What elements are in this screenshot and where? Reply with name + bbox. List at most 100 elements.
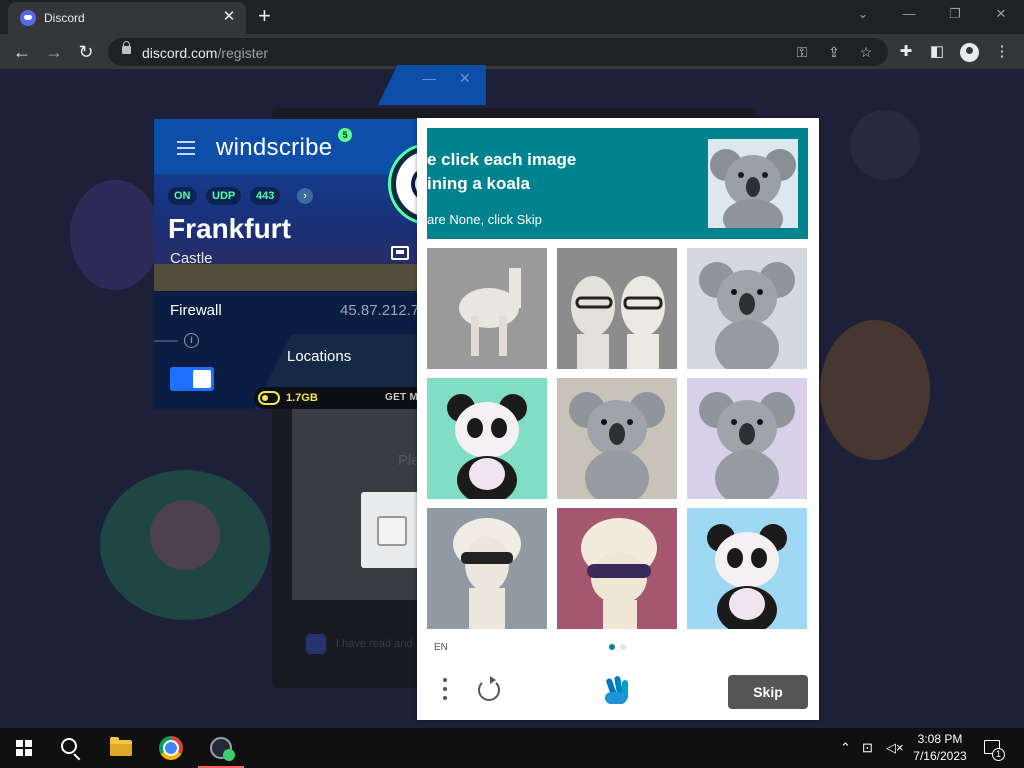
skip-button[interactable]: Skip [728,675,808,709]
panda-image [707,524,787,629]
tab-search-button[interactable]: ⌄ [848,6,878,22]
koala-image [569,392,665,499]
port-badge: 443 [250,187,281,205]
ip-address: 45.87.212.78 [340,302,428,319]
back-icon[interactable]: ← [11,41,33,63]
llama-image [459,268,521,356]
challenge-image-cell[interactable] [427,508,547,629]
address-bar[interactable]: discord.com/register ⚿ ⇪ ☆ [108,38,888,66]
hcaptcha-challenge: e click each image ining a koala are Non… [417,118,819,720]
lock-icon[interactable] [122,41,131,54]
terms-checkbox[interactable] [306,634,326,654]
restore-button[interactable]: ❐ [940,6,970,22]
firewall-toggle[interactable] [170,367,214,391]
challenge-image-cell[interactable] [687,378,807,499]
background-illustration [820,320,930,460]
background-illustration [850,110,920,180]
reload-icon[interactable]: ↻ [75,41,97,63]
windscribe-minimize-button[interactable]: — [422,70,436,86]
prompt-line-1: e click each image [427,150,577,169]
prompt-line-2: ining a koala [427,174,530,193]
forward-icon[interactable]: → [43,41,65,63]
koala-image [699,262,795,369]
volume-muted-icon[interactable]: ◁× [886,740,904,756]
windscribe-close-button[interactable]: ✕ [459,70,471,87]
data-meter-icon [258,391,280,405]
llama-with-glasses-image [453,518,521,629]
hamburger-menu-icon[interactable] [177,141,195,155]
browser-toolbar: ← → ↻ discord.com/register ⚿ ⇪ ☆ ✚ ◧ ⋮ [0,34,1024,70]
discord-favicon-icon [20,10,36,26]
challenge-image-cell[interactable] [687,248,807,369]
challenge-image-cell[interactable] [687,508,807,629]
locations-label[interactable]: Locations [287,348,351,365]
tab-close-icon[interactable]: ✕ [220,9,238,25]
ethernet-icon[interactable] [391,246,409,260]
browser-menu-icon[interactable]: ⋮ [992,42,1012,62]
terms-label: I have read and [336,638,413,650]
hcaptcha-logo-icon[interactable] [601,674,633,706]
star-icon[interactable]: ☆ [856,42,876,62]
sample-koala-image [708,139,798,228]
more-options-icon[interactable] [443,678,447,700]
network-icon[interactable]: ⊡ [862,740,873,756]
sidepanel-icon[interactable]: ◧ [927,42,947,62]
file-explorer-button[interactable] [98,728,144,768]
close-window-button[interactable]: ✕ [986,6,1016,22]
language-selector[interactable]: EN [434,642,448,653]
windscribe-taskbar-button[interactable] [198,728,244,768]
connected-city: Frankfurt [168,213,291,244]
new-tab-button[interactable]: + [258,5,271,27]
page-indicator-active [609,644,615,650]
tab-discord[interactable]: Discord ✕ [8,2,246,34]
koala-image [699,392,795,499]
key-icon[interactable]: ⚿ [792,42,812,62]
llama-with-sunglasses-image [581,518,657,629]
connected-check-icon [223,749,235,761]
challenge-prompt: e click each image ining a koala are Non… [427,128,808,239]
start-icon [16,740,32,756]
firewall-info-icon[interactable]: i [184,333,199,348]
challenge-image-cell[interactable] [557,378,677,499]
file-explorer-icon [110,737,132,756]
extensions-icon[interactable]: ✚ [896,42,916,62]
show-hidden-icons-icon[interactable]: ⌃ [840,740,851,756]
start-button[interactable] [0,728,46,768]
llamas-with-glasses-image [571,276,665,369]
challenge-image-grid [427,248,809,630]
panda-image [447,394,527,499]
minimize-button[interactable]: — [894,6,924,21]
page-indicator [620,644,626,650]
firewall-label: Firewall [170,302,222,319]
protocol-chevron-icon[interactable]: › [297,188,313,204]
chrome-button[interactable] [148,728,194,768]
connected-node: Castle [170,250,213,267]
protocol-badge: UDP [206,187,242,205]
refresh-challenge-icon[interactable] [478,676,500,701]
notification-count: 1 [992,748,1005,761]
search-button[interactable] [48,728,94,768]
challenge-image-cell[interactable] [427,248,547,369]
url-text[interactable]: discord.com/register [142,45,268,61]
challenge-image-cell[interactable] [557,508,677,629]
captcha-checkbox[interactable] [377,516,407,546]
challenge-image-cell[interactable] [427,378,547,499]
captcha-widget[interactable] [361,492,421,568]
notification-badge[interactable]: 5 [338,128,352,142]
profile-icon[interactable] [960,43,979,62]
clock-date[interactable]: 7/16/2023 [908,749,972,763]
tab-strip: Discord ✕ + ⌄ — ❐ ✕ [0,0,1024,34]
windows-taskbar: ⌃ ⊡ ◁× 3:08 PM 7/16/2023 1 [0,728,1024,768]
chrome-icon [159,736,183,760]
background-illustration [70,180,160,290]
share-icon[interactable]: ⇪ [824,42,844,62]
clock-time[interactable]: 3:08 PM [912,732,968,746]
windscribe-logo: windscribe [216,134,333,161]
status-badge: ON [168,187,197,205]
challenge-image-cell[interactable] [557,248,677,369]
divider [154,340,178,342]
data-remaining: 1.7GB [286,392,318,404]
tab-title: Discord [44,11,85,25]
background-illustration [150,500,220,570]
prompt-hint: are None, click Skip [427,212,542,227]
